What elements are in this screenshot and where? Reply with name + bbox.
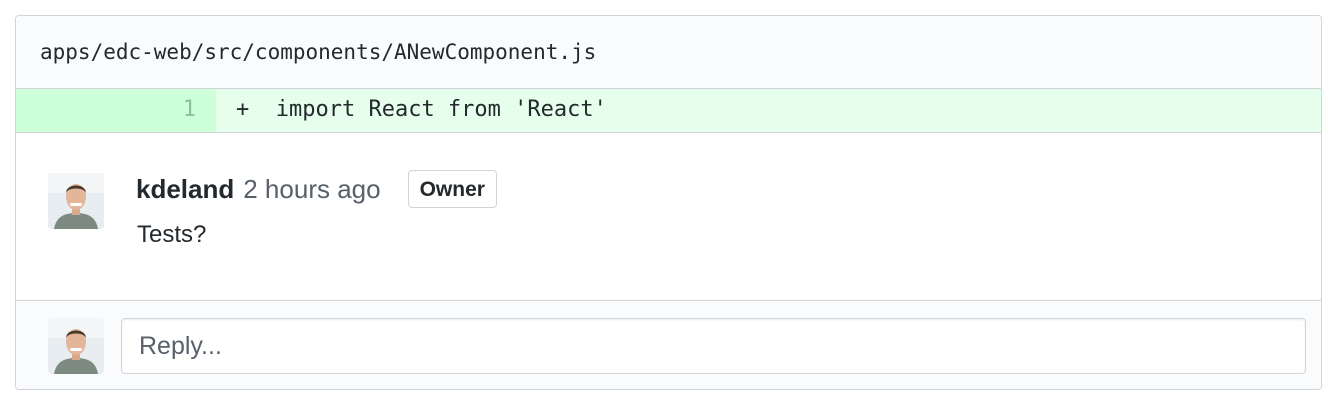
code-text: import React from 'React' — [275, 97, 607, 122]
comment-body: Tests? — [137, 221, 207, 248]
review-comment-thread: apps/edc-web/src/components/ANewComponen… — [15, 15, 1322, 390]
diff-line: 1 + import React from 'React' — [16, 89, 1321, 133]
reply-avatar — [48, 318, 104, 374]
line-number[interactable]: 1 — [16, 89, 216, 132]
comment: kdeland 2 hours ago Owner Tests? — [16, 133, 1321, 301]
owner-badge: Owner — [407, 170, 497, 208]
reply-input[interactable] — [121, 318, 1306, 374]
reply-row — [16, 301, 1321, 389]
user-avatar-icon — [48, 318, 104, 374]
comment-timestamp[interactable]: 2 hours ago — [243, 174, 380, 205]
comment-header: kdeland 2 hours ago Owner — [136, 169, 497, 209]
addition-marker: + — [236, 97, 250, 122]
avatar[interactable] — [48, 173, 104, 229]
comment-author[interactable]: kdeland — [136, 174, 234, 205]
line-code: + import React from 'React' — [216, 89, 1321, 132]
user-avatar-icon — [48, 173, 104, 229]
file-path[interactable]: apps/edc-web/src/components/ANewComponen… — [40, 40, 596, 64]
file-header: apps/edc-web/src/components/ANewComponen… — [16, 16, 1321, 89]
